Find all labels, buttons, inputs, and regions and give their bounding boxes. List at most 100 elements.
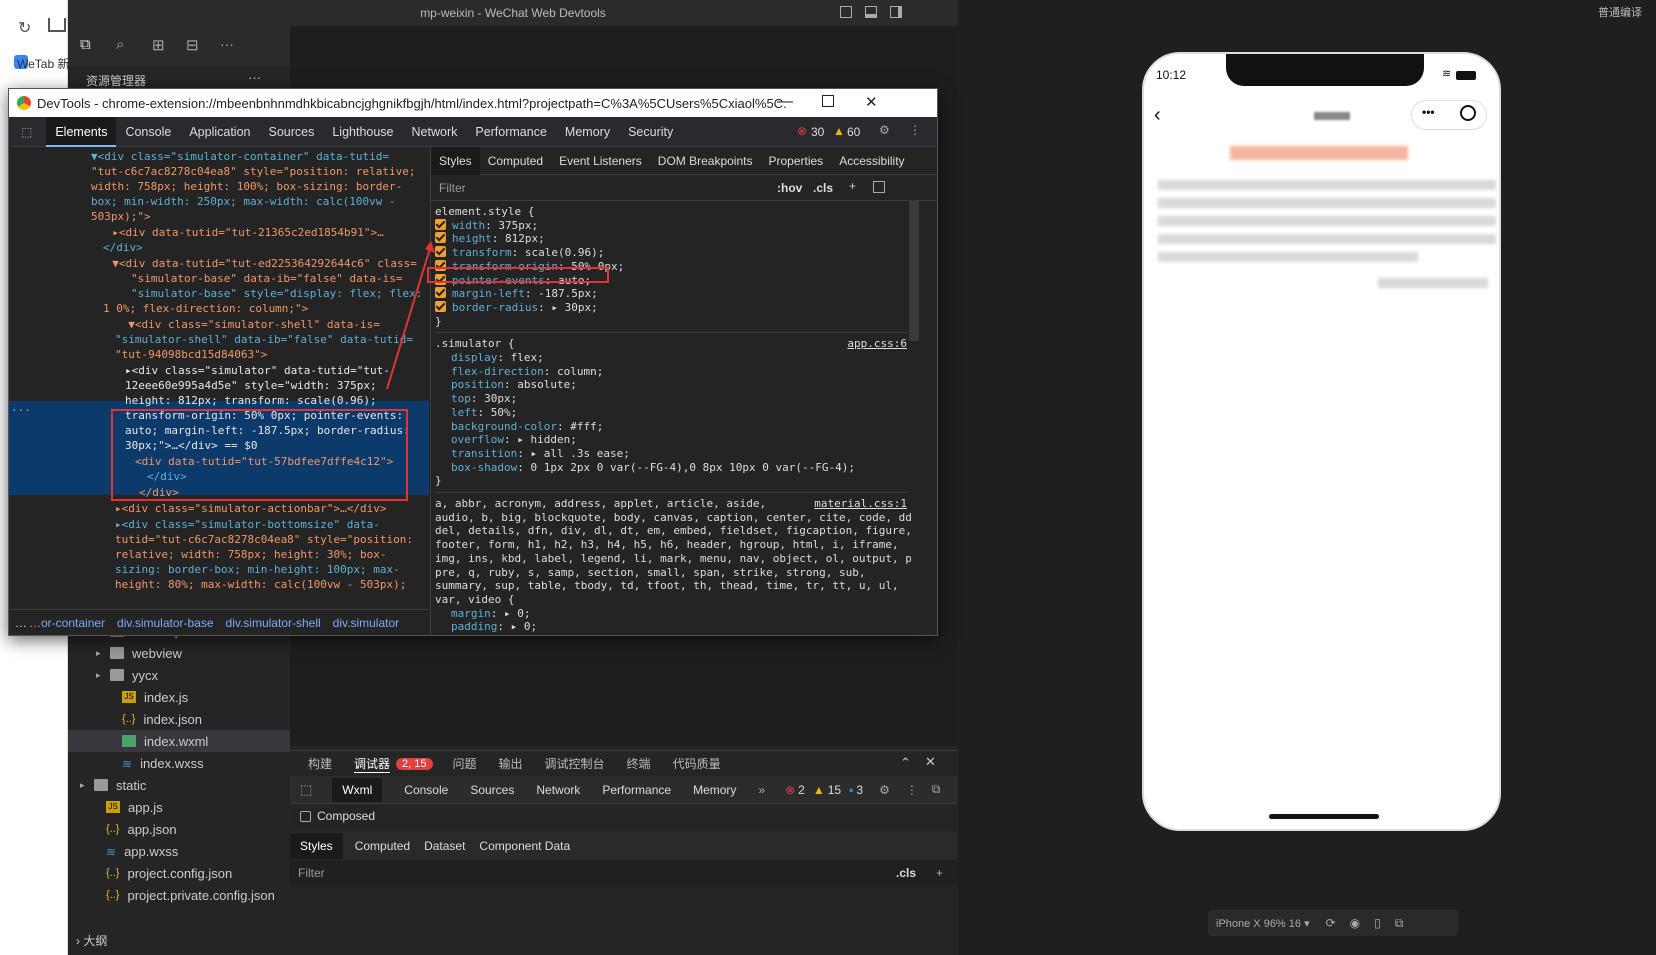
- tab-code-quality[interactable]: 代码质量: [673, 755, 721, 772]
- css-property-value[interactable]: 0 1px 2px 0 var(--FG-4),0 8px 10px 0 var…: [530, 461, 855, 474]
- tab-network[interactable]: Network: [403, 117, 467, 147]
- files-icon[interactable]: ⧉: [80, 36, 91, 53]
- layout-right-icon[interactable]: [890, 6, 902, 18]
- dom-node-line[interactable]: 12eee60e995a4d5e" style="width: 375px;: [125, 378, 377, 393]
- popout-icon[interactable]: ⧉: [1395, 916, 1404, 931]
- layout-left-icon[interactable]: [840, 6, 852, 18]
- file-tree-item[interactable]: index.wxml: [68, 730, 290, 752]
- tab-sources[interactable]: Sources: [259, 117, 323, 147]
- search-icon[interactable]: ⌕: [116, 36, 124, 53]
- tab-terminal[interactable]: 终端: [627, 755, 651, 772]
- file-tree-item[interactable]: ▸ webview: [96, 642, 182, 664]
- tab-build[interactable]: 构建: [308, 755, 332, 772]
- css-property[interactable]: box-shadow: 0 1px 2px 0 var(--FG-4),0 8p…: [435, 461, 907, 475]
- breadcrumb-item[interactable]: div.simulator-shell: [226, 616, 321, 630]
- tab-console[interactable]: Console: [404, 783, 448, 797]
- dom-node-line[interactable]: ▼<div class="simulator-shell" data-is=: [115, 317, 380, 332]
- tab-output[interactable]: 输出: [499, 755, 523, 772]
- tab-network[interactable]: Network: [536, 783, 580, 797]
- inspect-icon[interactable]: ⬚: [21, 125, 32, 139]
- css-property[interactable]: margin: ▸ 0;: [435, 607, 907, 621]
- more-icon[interactable]: ···: [220, 36, 234, 52]
- file-tree-item[interactable]: {..} project.config.json: [92, 862, 232, 884]
- css-property-value[interactable]: #fff;: [570, 420, 603, 433]
- breadcrumb-item[interactable]: div.simulator: [333, 616, 399, 630]
- css-property-value[interactable]: column;: [557, 365, 603, 378]
- phone-icon[interactable]: ▯: [1374, 916, 1381, 930]
- toggle-sidebar-icon[interactable]: [873, 181, 885, 193]
- tab-memory[interactable]: Memory: [556, 117, 619, 147]
- dock-icon[interactable]: ⧉: [932, 782, 941, 797]
- styles-scrollbar[interactable]: [909, 201, 919, 341]
- more-tabs-icon[interactable]: »: [758, 783, 765, 797]
- dom-node-line[interactable]: </div>: [103, 240, 143, 255]
- css-property-value[interactable]: 30px;: [484, 392, 517, 405]
- dom-node-line[interactable]: ▸<div class="simulator-actionbar">…</div…: [115, 501, 387, 516]
- file-tree-item[interactable]: {..} project.private.config.json: [92, 884, 275, 906]
- dom-node-line[interactable]: "tut-c6c7ac8278c04ea8" style="position: …: [91, 164, 416, 179]
- record-icon[interactable]: ◉: [1350, 916, 1360, 930]
- dom-node-line[interactable]: height: 812px; transform: scale(0.96);: [125, 393, 377, 408]
- styles-filter-input[interactable]: Filter: [439, 181, 466, 195]
- css-property[interactable]: display: flex;: [435, 351, 907, 365]
- subtab-computed[interactable]: Computed: [355, 839, 410, 853]
- css-property-value[interactable]: 375px;: [498, 219, 538, 232]
- css-property-value[interactable]: ▸ 0;: [504, 607, 531, 620]
- tab-sources[interactable]: Sources: [470, 783, 514, 797]
- dom-node-line[interactable]: tutid="tut-c6c7ac8278c04ea8" style="posi…: [115, 532, 413, 547]
- css-property-value[interactable]: absolute;: [517, 378, 577, 391]
- simulator-source-link[interactable]: app.css:6: [847, 337, 907, 351]
- capsule-close-icon[interactable]: [1460, 105, 1476, 121]
- explorer-more-icon[interactable]: ···: [248, 70, 261, 85]
- inspect-icon[interactable]: ⬚: [300, 782, 312, 798]
- css-property[interactable]: transition: ▸ all .3s ease;: [435, 447, 907, 461]
- tab-console[interactable]: Console: [116, 117, 180, 147]
- tab-dom-breakpoints[interactable]: DOM Breakpoints: [650, 147, 761, 175]
- capsule-menu[interactable]: •••: [1411, 100, 1487, 130]
- dom-node-line[interactable]: height: 80%; max-width: calc(100vw - 503…: [115, 577, 406, 592]
- file-tree-item[interactable]: ≋ app.wxss: [92, 840, 178, 862]
- dom-node-line[interactable]: relative; width: 758px; height: 30%; box…: [115, 547, 387, 562]
- tab-properties[interactable]: Properties: [760, 147, 831, 175]
- file-tree-item[interactable]: ▸ static: [80, 774, 146, 796]
- dom-node-line[interactable]: "simulator-base" data-ib="false" data-is…: [131, 271, 403, 286]
- kebab-icon[interactable]: ⋮: [909, 123, 921, 137]
- tab-styles[interactable]: Styles: [431, 146, 480, 175]
- dom-node-line[interactable]: 1 0%; flex-direction: column;">: [103, 301, 308, 316]
- kebab-icon[interactable]: ⋮: [906, 783, 918, 797]
- add-rule-icon[interactable]: +: [936, 866, 943, 880]
- dom-node-line[interactable]: "tut-94098bcd15d84063">: [115, 347, 267, 362]
- outline-section[interactable]: › 大纲: [76, 932, 107, 949]
- css-property[interactable]: background-color: #fff;: [435, 420, 907, 434]
- css-property[interactable]: left: 50%;: [435, 406, 907, 420]
- tab-memory[interactable]: Memory: [693, 783, 736, 797]
- tab-security[interactable]: Security: [619, 117, 682, 147]
- css-property[interactable]: height: 812px;: [435, 232, 907, 246]
- tab-computed[interactable]: Computed: [480, 147, 551, 175]
- css-property[interactable]: flex-direction: column;: [435, 365, 907, 379]
- layout-bottom-icon[interactable]: [865, 6, 877, 18]
- file-tree-item[interactable]: {..} index.json: [108, 708, 202, 730]
- device-selector[interactable]: iPhone X 96% 16 ▾: [1216, 917, 1310, 930]
- css-property[interactable]: overflow: ▸ hidden;: [435, 433, 907, 447]
- dom-node-line[interactable]: ▼<div data-tutid="tut-ed225364292644c6" …: [99, 256, 417, 271]
- gear-icon[interactable]: ⚙: [879, 783, 890, 797]
- browser-tab-label[interactable]: WeTab 新: [17, 55, 68, 72]
- composed-checkbox[interactable]: [300, 810, 311, 822]
- breadcrumb-item[interactable]: div.simulator-base: [117, 616, 213, 630]
- tab-problems[interactable]: 问题: [453, 755, 477, 772]
- close-icon[interactable]: ✕: [865, 93, 878, 111]
- property-checkbox[interactable]: [435, 218, 446, 230]
- css-property-value[interactable]: scale(0.96);: [525, 246, 604, 259]
- tab-elements[interactable]: Elements: [46, 116, 117, 147]
- file-tree-item[interactable]: ▸ yycx: [96, 664, 158, 686]
- breadcrumb-item[interactable]: …or-container: [29, 616, 105, 630]
- wxml-filter-input[interactable]: Filter: [298, 866, 325, 880]
- reload-icon[interactable]: ↻: [18, 18, 31, 38]
- css-property-value[interactable]: ▸ 0;: [511, 620, 538, 633]
- back-icon[interactable]: ‹: [1154, 104, 1161, 127]
- css-property[interactable]: margin-left: -187.5px;: [435, 287, 907, 301]
- dom-node-line[interactable]: 503px);">: [91, 209, 151, 224]
- tab-event-listeners[interactable]: Event Listeners: [551, 147, 650, 175]
- tab-performance[interactable]: Performance: [602, 783, 671, 797]
